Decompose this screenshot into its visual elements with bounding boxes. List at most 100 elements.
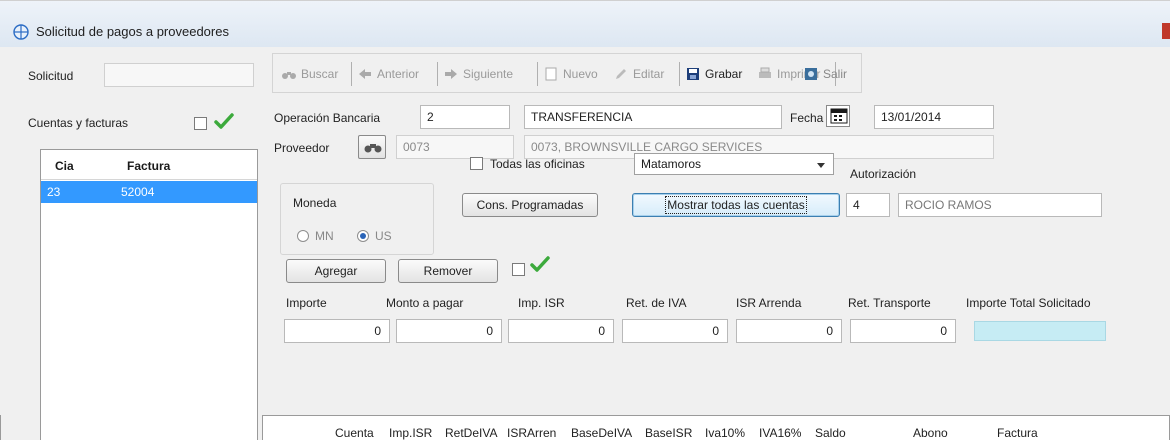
- binoculars-icon: [282, 72, 296, 79]
- col-header-cia[interactable]: Cia: [55, 159, 74, 173]
- grabar-button[interactable]: Grabar: [685, 64, 742, 84]
- solicitud-field[interactable]: [104, 63, 254, 87]
- monto-pagar-field[interactable]: 0: [396, 319, 502, 343]
- anterior-label: Anterior: [377, 67, 420, 81]
- arrow-right-icon: [445, 69, 457, 79]
- oficina-selected: Matamoros: [641, 157, 702, 171]
- separator: [437, 62, 438, 86]
- col-header-cuenta[interactable]: Cuenta: [335, 426, 374, 440]
- content-area: Solicitud Cuentas y facturas Cia Factura…: [0, 47, 1170, 440]
- ret-iva-label: Ret. de IVA: [626, 296, 687, 310]
- moneda-group: Moneda MN US: [280, 183, 434, 255]
- separator: [537, 62, 538, 86]
- salir-button[interactable]: Salir: [803, 64, 847, 84]
- detail-grid[interactable]: Cuenta Imp.ISR RetDeIVA ISRArren BaseDeI…: [262, 415, 1170, 440]
- separator: [351, 62, 352, 86]
- check-green-icon[interactable]: [214, 113, 234, 129]
- operacion-label: Operación Bancaria: [274, 111, 381, 125]
- salir-label: Salir: [823, 67, 848, 81]
- col-header-isr-arren[interactable]: ISRArren: [507, 426, 556, 440]
- select-all-checkbox[interactable]: [512, 263, 525, 276]
- toolbar: Buscar Anterior Siguiente Nuevo Editar G…: [272, 53, 862, 93]
- importe-label: Importe: [286, 296, 327, 310]
- editar-label: Editar: [633, 67, 665, 81]
- exit-icon: [805, 68, 817, 80]
- buscar-label: Buscar: [301, 67, 339, 81]
- col-header-iva10[interactable]: Iva10%: [705, 426, 745, 440]
- solicitud-label: Solicitud: [28, 69, 74, 83]
- col-header-saldo[interactable]: Saldo: [815, 426, 846, 440]
- app-window: Solicitud de pagos a proveedores Solicit…: [0, 0, 1170, 440]
- cuentas-facturas-label: Cuentas y facturas: [28, 116, 129, 130]
- todas-oficinas-checkbox[interactable]: [470, 157, 483, 170]
- mostrar-todas-button[interactable]: Mostrar todas las cuentas: [632, 193, 840, 217]
- cons-programadas-button[interactable]: Cons. Programadas: [462, 193, 598, 217]
- autorizacion-code-field[interactable]: 4: [846, 193, 890, 217]
- isr-arrenda-field[interactable]: 0: [736, 319, 842, 343]
- mostrar-todas-label: Mostrar todas las cuentas: [665, 196, 807, 214]
- monto-pagar-label: Monto a pagar: [386, 296, 464, 310]
- isr-arrenda-label: ISR Arrenda: [736, 296, 802, 310]
- close-button[interactable]: [1162, 23, 1170, 39]
- col-header-factura[interactable]: Factura: [127, 159, 170, 173]
- left-border: [0, 415, 1, 440]
- agregar-button[interactable]: Agregar: [286, 259, 386, 283]
- operacion-code-field[interactable]: 2: [420, 105, 510, 129]
- buscar-button[interactable]: Buscar: [281, 64, 338, 84]
- moneda-us-label: US: [375, 229, 392, 243]
- operacion-desc-field[interactable]: TRANSFERENCIA: [524, 105, 782, 129]
- remover-button[interactable]: Remover: [398, 259, 498, 283]
- col-header-base-de-iva[interactable]: BaseDeIVA: [571, 426, 632, 440]
- importe-field[interactable]: 0: [284, 319, 390, 343]
- cell-factura: 52004: [121, 185, 155, 199]
- col-header-imp-isr[interactable]: Imp.ISR: [389, 426, 432, 440]
- col-header-base-isr[interactable]: BaseISR: [645, 426, 692, 440]
- oficina-select[interactable]: Matamoros: [634, 153, 834, 175]
- check-green-icon[interactable]: [530, 256, 550, 272]
- col-header-ret-de-iva[interactable]: RetDeIVA: [445, 426, 497, 440]
- save-disk-icon: [687, 68, 699, 80]
- ret-iva-field[interactable]: 0: [622, 319, 728, 343]
- autorizacion-name-field[interactable]: ROCIO RAMOS: [898, 193, 1102, 217]
- nuevo-button[interactable]: Nuevo: [543, 64, 598, 84]
- fecha-label: Fecha: [790, 111, 824, 125]
- moneda-mn-radio[interactable]: [297, 230, 309, 242]
- grid-header: Cia Factura: [41, 150, 257, 180]
- imp-isr-field[interactable]: 0: [508, 319, 614, 343]
- chevron-down-icon: [817, 163, 825, 168]
- edit-icon: [616, 69, 626, 79]
- todas-oficinas-label: Todas las oficinas: [490, 157, 585, 171]
- proveedor-code-field[interactable]: 0073: [396, 135, 514, 159]
- ret-transporte-field[interactable]: 0: [850, 319, 956, 343]
- title-bar: Solicitud de pagos a proveedores: [0, 1, 1170, 47]
- app-globe-icon: [13, 24, 29, 40]
- main-form: Operación Bancaria 2 TRANSFERENCIA Fecha…: [262, 93, 1170, 440]
- printer-icon: [759, 67, 771, 78]
- col-header-factura[interactable]: Factura: [997, 426, 1038, 440]
- cell-cia: 23: [47, 185, 61, 199]
- left-panel: Solicitud Cuentas y facturas Cia Factura…: [18, 47, 258, 440]
- proveedor-label: Proveedor: [274, 141, 330, 155]
- fecha-field[interactable]: 13/01/2014: [874, 105, 994, 129]
- importe-total-field[interactable]: [974, 321, 1106, 341]
- col-header-iva16[interactable]: IVA16%: [759, 426, 801, 440]
- binoculars-icon: [364, 144, 382, 153]
- editar-button[interactable]: Editar: [613, 64, 664, 84]
- arrow-left-icon: [359, 69, 371, 79]
- remover-label: Remover: [423, 264, 473, 278]
- calendar-button[interactable]: [826, 105, 850, 127]
- table-row[interactable]: 23 52004: [41, 181, 257, 203]
- proveedor-search-button[interactable]: [358, 135, 386, 159]
- window-title: Solicitud de pagos a proveedores: [36, 24, 229, 39]
- anterior-button[interactable]: Anterior: [357, 64, 419, 84]
- siguiente-button[interactable]: Siguiente: [443, 64, 513, 84]
- cuentas-checkbox[interactable]: [194, 117, 207, 130]
- facturas-grid[interactable]: Cia Factura 23 52004: [40, 149, 258, 440]
- separator: [679, 62, 680, 86]
- siguiente-label: Siguiente: [463, 67, 514, 81]
- grabar-label: Grabar: [705, 67, 743, 81]
- moneda-us-radio[interactable]: [357, 230, 369, 242]
- col-header-abono[interactable]: Abono: [913, 426, 948, 440]
- nuevo-label: Nuevo: [563, 67, 598, 81]
- importe-total-label: Importe Total Solicitado: [966, 296, 1091, 310]
